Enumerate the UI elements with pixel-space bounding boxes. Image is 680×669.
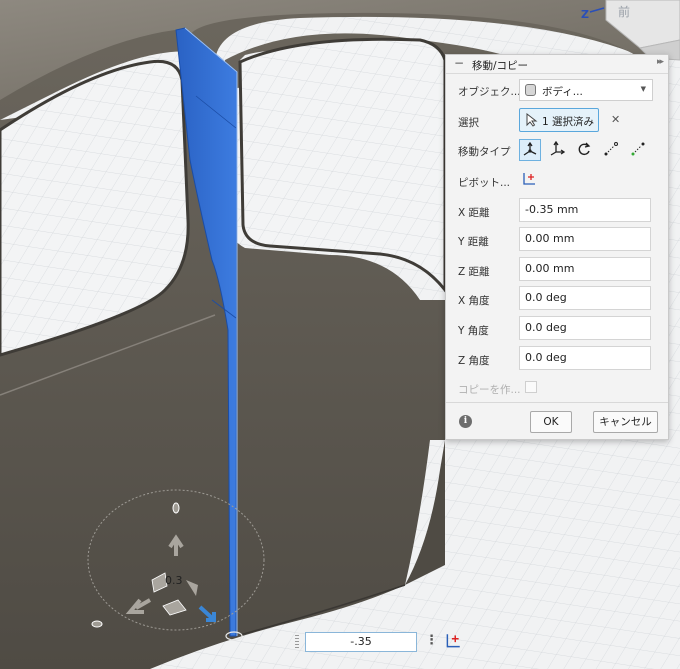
selection-count: 1 選択済み [542,116,595,128]
body-icon [525,84,536,96]
z-distance-input[interactable]: 0.00 mm [519,257,651,281]
free-move-icon [523,142,537,156]
move-type-label: 移動タイプ [458,146,511,158]
y-angle-input[interactable]: 0.0 deg [519,316,651,340]
rotate-icon [578,142,591,156]
x-distance-input[interactable]: -0.35 mm [519,198,651,222]
expand-icon[interactable]: ▸▸ [657,57,664,67]
z-distance-label: Z 距離 [458,266,490,278]
x-angle-input[interactable]: 0.0 deg [519,286,651,310]
more-options-icon[interactable]: ⋮ [425,633,438,648]
point-to-position-button[interactable] [628,139,650,161]
z-axis-label: Z [581,8,589,21]
z-angle-input[interactable]: 0.0 deg [519,346,651,370]
create-copy-label: コピーを作... [458,384,521,396]
pivot-set-button[interactable] [521,171,537,190]
rotate-handle-top[interactable] [172,502,180,514]
dialog-footer: i OK キャンセル [446,402,668,440]
rotate-button[interactable] [574,139,596,161]
drag-handle[interactable] [295,635,299,649]
select-label: 選択 [458,117,479,129]
y-distance-label: Y 距離 [458,236,489,248]
object-type-dropdown[interactable]: ボディ... ▼ [519,79,653,101]
x-distance-label: X 距離 [458,207,490,219]
object-type-value: ボディ... [542,86,583,98]
move-copy-dialog: − 移動/コピー ▸▸ オブジェク... ボディ... ▼ 選択 1 選択済み … [445,54,669,440]
viewcube-face-label: 前 [618,4,630,19]
dialog-title: 移動/コピー [472,60,529,72]
x-angle-label: X 角度 [458,295,490,307]
chevron-down-icon: ▼ [640,85,646,93]
distance-value-input[interactable]: -.35 [305,632,417,652]
pivot-icon [446,634,460,648]
ok-button[interactable]: OK [530,411,572,433]
free-move-button[interactable] [519,139,541,161]
collapse-icon[interactable]: − [454,56,464,70]
cancel-button[interactable]: キャンセル [593,411,658,433]
info-icon[interactable]: i [459,415,472,428]
rotate-handle-left[interactable] [91,620,103,628]
dialog-header: − 移動/コピー ▸▸ [446,55,668,74]
pivot-label: ピボット... [458,177,511,189]
point-to-point-button[interactable] [601,139,623,161]
clear-selection-icon[interactable]: ✕ [611,113,620,126]
mini-toolbar: -.35 ⋮ [293,629,468,655]
y-distance-input[interactable]: 0.00 mm [519,227,651,251]
gizmo-value-label: 0.3 [165,574,183,587]
pivot-icon [523,173,535,185]
point-to-position-icon [631,142,645,156]
pivot-toggle[interactable] [444,632,462,654]
object-label: オブジェク... [458,86,521,98]
translate-icon [550,141,565,156]
point-to-point-icon [604,142,618,156]
selection-button[interactable]: 1 選択済み [519,108,599,132]
cursor-icon [526,112,538,130]
z-angle-label: Z 角度 [458,355,490,367]
translate-button[interactable] [547,139,569,161]
y-angle-label: Y 角度 [458,325,489,337]
create-copy-checkbox[interactable] [525,381,537,393]
